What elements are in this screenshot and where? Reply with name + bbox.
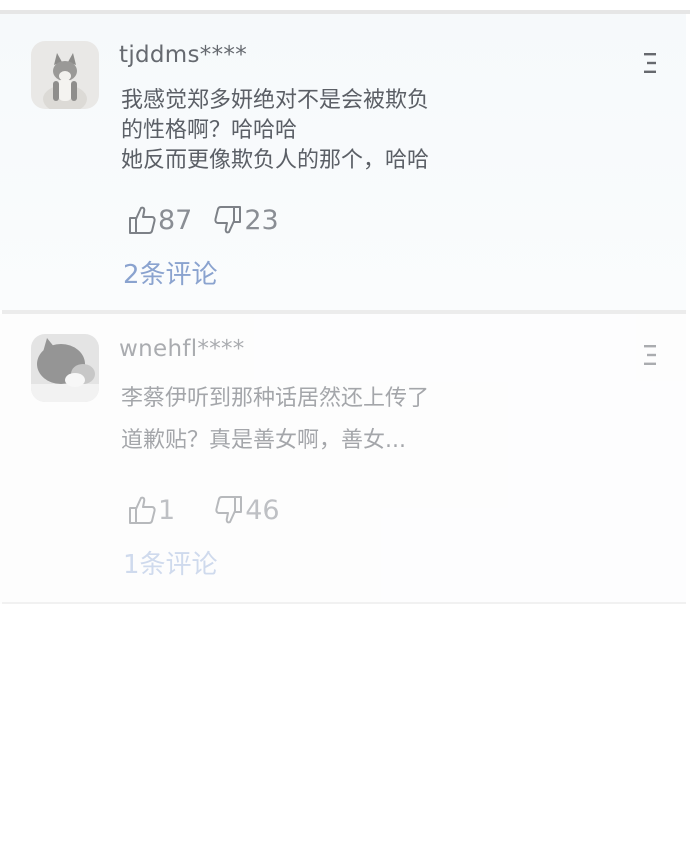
comment-line: 她反而更像欺负人的那个，哈哈 (121, 148, 430, 173)
reaction-bar: 1 46 (128, 492, 302, 528)
dislike-button[interactable]: 23 (214, 204, 279, 236)
replies-link[interactable]: 2条评论 (123, 254, 218, 291)
comment-item: wnehfl**** 李蔡伊听到那种话居然还上传了 道歉贴？真是善女啊，善女..… (0, 314, 686, 604)
thumbs-up-icon (129, 206, 156, 234)
like-button[interactable]: 87 (128, 205, 192, 236)
cat-avatar-icon (31, 334, 99, 402)
comment-divider (2, 602, 686, 604)
like-count: 87 (158, 204, 193, 236)
username[interactable]: tjddms**** (119, 42, 247, 68)
dislike-count: 23 (244, 204, 279, 236)
dislike-count: 46 (245, 494, 280, 526)
comment-line: 我感觉郑多妍绝对不是会被欺负 (121, 88, 430, 113)
like-count: 1 (158, 494, 176, 526)
comment-line: 的性格啊？哈哈哈 (121, 118, 298, 143)
comment-item: tjddms**** 我感觉郑多妍绝对不是会被欺负 的性格啊？哈哈哈 她反而更像… (0, 14, 686, 310)
thumbs-down-icon (215, 496, 243, 524)
thumbs-up-icon (129, 496, 156, 524)
comment-text: 李蔡伊听到那种话居然还上传了 道歉贴？真是善女啊，善女... (121, 378, 591, 462)
like-button[interactable]: 1 (128, 495, 175, 526)
comment-line: 李蔡伊听到那种话居然还上传了 (121, 386, 430, 411)
dislike-button[interactable]: 46 (215, 494, 280, 526)
more-menu-icon[interactable] (643, 52, 657, 74)
user-avatar[interactable] (31, 41, 99, 109)
user-avatar[interactable] (31, 334, 99, 402)
thumbs-down-icon (214, 206, 242, 234)
comment-line: 道歉贴？真是善女啊，善女... (121, 428, 406, 453)
cat-avatar-icon (31, 41, 99, 109)
comment-text: 我感觉郑多妍绝对不是会被欺负 的性格啊？哈哈哈 她反而更像欺负人的那个，哈哈 (121, 86, 591, 176)
replies-link[interactable]: 1条评论 (123, 544, 218, 581)
username[interactable]: wnehfl**** (119, 336, 245, 362)
more-menu-icon[interactable] (643, 344, 657, 366)
reaction-bar: 87 23 (128, 202, 301, 238)
